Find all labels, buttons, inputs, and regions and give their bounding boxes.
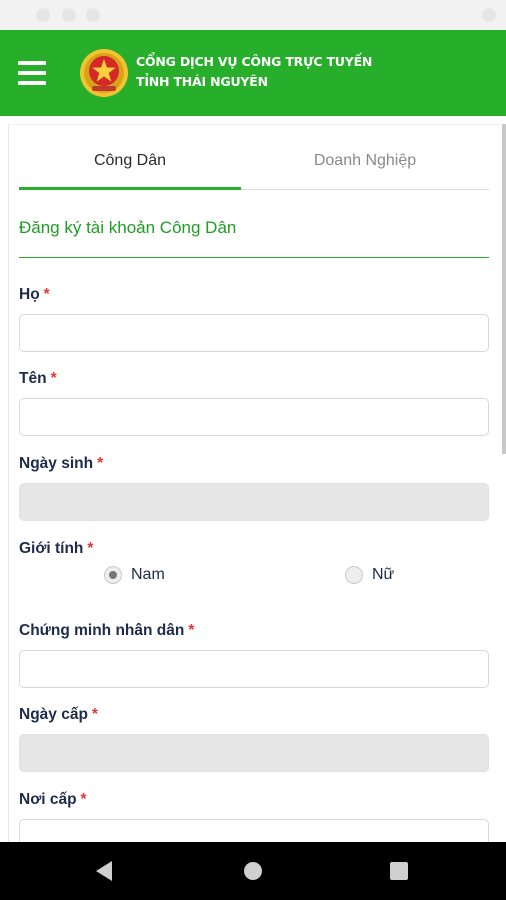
- cmnd-input[interactable]: [19, 650, 489, 688]
- hamburger-menu-icon[interactable]: [18, 61, 46, 85]
- required-mark: *: [91, 706, 98, 723]
- scrollbar[interactable]: [502, 124, 506, 454]
- field-label-ngay-sinh: Ngày sinh *: [19, 455, 104, 472]
- national-emblem-icon: [80, 49, 128, 97]
- radio-nu[interactable]: Nữ: [345, 566, 394, 584]
- radio-label-nu: Nữ: [372, 566, 395, 583]
- status-icon: [36, 8, 50, 22]
- header-title-line2: TỈNH THÁI NGUYÊN: [136, 74, 268, 89]
- tab-cong-dan[interactable]: Công Dân: [19, 140, 241, 190]
- status-icon: [482, 8, 496, 22]
- radio-unchecked-icon: [345, 566, 363, 584]
- tab-doanh-nghiep[interactable]: Doanh Nghiệp: [241, 140, 489, 188]
- home-circle-icon[interactable]: [244, 862, 262, 880]
- header-title-line1: CỔNG DỊCH VỤ CÔNG TRỰC TUYẾN: [136, 54, 373, 69]
- header-title: CỔNG DỊCH VỤ CÔNG TRỰC TUYẾN TỈNH THÁI N…: [136, 52, 372, 92]
- system-nav-bar: [0, 842, 506, 900]
- status-icon: [86, 8, 100, 22]
- status-icon: [62, 8, 76, 22]
- form-title: Đăng ký tài khoản Công Dân: [19, 218, 237, 237]
- radio-label-nam: Nam: [131, 566, 165, 583]
- required-mark: *: [97, 455, 104, 472]
- required-mark: *: [188, 622, 195, 639]
- field-label-cmnd: Chứng minh nhân dân *: [19, 622, 195, 639]
- recent-apps-square-icon[interactable]: [390, 862, 408, 880]
- ngay-cap-input[interactable]: [19, 734, 489, 772]
- status-bar: [0, 0, 506, 30]
- field-label-gioi-tinh: Giới tính *: [19, 540, 94, 557]
- required-mark: *: [80, 791, 87, 808]
- field-label-ten: Tên *: [19, 370, 57, 387]
- radio-checked-icon: [104, 566, 122, 584]
- required-mark: *: [50, 370, 57, 387]
- divider: [19, 257, 489, 258]
- radio-nam[interactable]: Nam: [104, 566, 165, 584]
- back-triangle-icon[interactable]: [96, 861, 112, 881]
- ngay-sinh-input[interactable]: [19, 483, 489, 521]
- field-label-ho: Họ *: [19, 286, 50, 303]
- required-mark: *: [87, 540, 94, 557]
- required-mark: *: [43, 286, 50, 303]
- tab-bar: Công Dân Doanh Nghiệp: [19, 140, 489, 190]
- ten-input[interactable]: [19, 398, 489, 436]
- app-header: CỔNG DỊCH VỤ CÔNG TRỰC TUYẾN TỈNH THÁI N…: [0, 30, 506, 116]
- ho-input[interactable]: [19, 314, 489, 352]
- field-label-ngay-cap: Ngày cấp *: [19, 706, 98, 723]
- field-label-noi-cap: Nơi cấp *: [19, 791, 87, 808]
